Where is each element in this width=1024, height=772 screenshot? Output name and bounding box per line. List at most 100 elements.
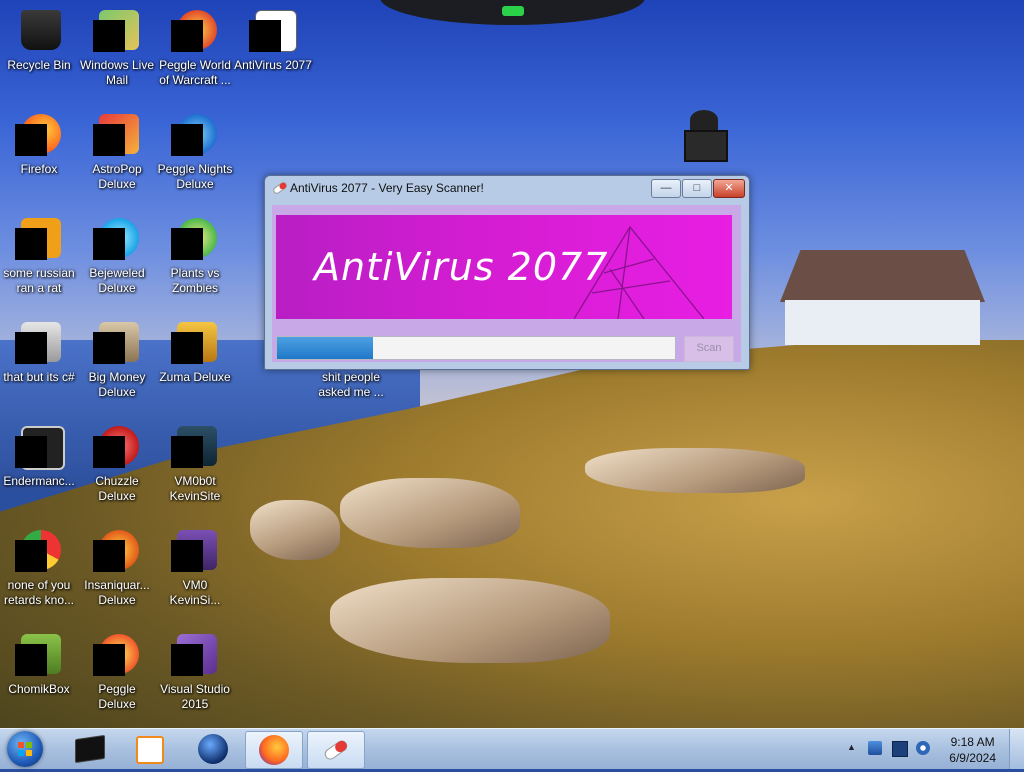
desktop-icon-bejeweled[interactable]: Bejeweled Deluxe	[78, 214, 156, 296]
astropop-icon	[93, 110, 141, 158]
desktop-icon-label: Endermanc...	[3, 474, 75, 488]
desktop-icon-some-russian[interactable]: some russian ran a rat	[0, 214, 78, 296]
taskbar-item-terminal[interactable]	[62, 731, 118, 767]
wallpaper-rock	[340, 478, 520, 548]
minimize-button[interactable]: —	[651, 179, 681, 198]
peggle-nights-icon	[171, 110, 219, 158]
desktop-icon-endermanc[interactable]: Endermanc...	[0, 422, 78, 489]
taskbar: ▲ 9:18 AM 6/9/2024	[0, 728, 1024, 769]
maximize-button[interactable]: □	[682, 179, 712, 198]
msn-icon	[249, 6, 297, 54]
desktop-icon-vm0-kevinsi[interactable]: VM0 KevinSi...	[156, 526, 234, 608]
window-title: AntiVirus 2077 - Very Easy Scanner!	[290, 181, 484, 195]
peggle-icon	[93, 630, 141, 678]
mail-icon	[93, 6, 141, 54]
terminal-icon	[75, 734, 105, 764]
file-icon	[15, 214, 63, 262]
desktop-icon-windows-live-mail[interactable]: Windows Live Mail	[78, 6, 156, 88]
close-button[interactable]: ✕	[713, 179, 745, 198]
app-icon	[15, 422, 65, 470]
desktop-icon-label: shit people asked me ...	[318, 370, 384, 399]
windows-logo-icon	[18, 742, 32, 756]
desktop-icon-vm0b0t[interactable]: VM0b0t KevinSite	[156, 422, 234, 504]
firefox-icon	[15, 110, 63, 158]
peggle-icon	[171, 6, 219, 54]
clock-time: 9:18 AM	[950, 735, 995, 749]
desktop-icon-label: none of you retards kno...	[3, 578, 75, 607]
show-hidden-icons-button[interactable]: ▲	[847, 742, 856, 752]
taskbar-item-firefox[interactable]	[245, 731, 303, 769]
desktop-icon-recycle-bin[interactable]: Recycle Bin	[0, 6, 78, 73]
desktop-icon-antivirus-2077[interactable]: AntiVirus 2077	[234, 6, 312, 73]
wallpaper-house	[780, 250, 985, 345]
show-desktop-button[interactable]	[1009, 729, 1024, 769]
chomikbox-icon	[15, 630, 63, 678]
taskbar-item-antivirus-2077[interactable]	[307, 731, 365, 769]
globe-icon	[198, 734, 228, 764]
desktop-icon-label: Firefox	[20, 162, 58, 176]
desktop-icon-chomikbox[interactable]: ChomikBox	[0, 630, 78, 697]
window-titlebar[interactable]: AntiVirus 2077 - Very Easy Scanner! — □ …	[265, 176, 749, 200]
desktop-icon-visual-studio[interactable]: Visual Studio 2015	[156, 630, 234, 712]
lighthouse-cap	[690, 110, 718, 130]
desktop-icon-label: Chuzzle Deluxe	[95, 474, 139, 503]
desktop-icon-label: Recycle Bin	[7, 58, 71, 72]
tray-clock[interactable]: 9:18 AM 6/9/2024	[949, 734, 996, 766]
desktop-icon-astropop[interactable]: AstroPop Deluxe	[78, 110, 156, 192]
desktop-icon-label: Plants vs Zombies	[170, 266, 220, 295]
network-icon[interactable]	[868, 741, 882, 755]
desktop-icon-label: some russian ran a rat	[3, 266, 75, 295]
wallpaper-rock	[330, 578, 610, 663]
desktop-icon-label: Big Money Deluxe	[88, 370, 146, 399]
recycle-bin-icon	[15, 6, 63, 54]
desktop-icon-label: Peggle Deluxe	[98, 682, 136, 711]
desktop-icon-peggle-deluxe[interactable]: Peggle Deluxe	[78, 630, 156, 712]
desktop-icon-label: Visual Studio 2015	[160, 682, 230, 711]
volume-icon[interactable]	[916, 741, 930, 755]
desktop-icon-label: ChomikBox	[8, 682, 70, 696]
chuzzle-icon	[93, 422, 141, 470]
pyramid-logo-icon	[574, 225, 704, 319]
desktop-icon-label: Bejeweled Deluxe	[89, 266, 145, 295]
desktop-icon-chuzzle[interactable]: Chuzzle Deluxe	[78, 422, 156, 504]
vm-icon	[171, 526, 219, 574]
desktop-icon-label: Zuma Deluxe	[159, 370, 231, 384]
desktop-icon-that-but-its-csharp[interactable]: that but its c#	[0, 318, 78, 385]
taskbar-item-media-player[interactable]	[120, 731, 176, 767]
desktop-icon-label: AstroPop Deluxe	[92, 162, 142, 191]
bejeweled-icon	[93, 214, 141, 262]
plants-vs-zombies-icon	[171, 214, 219, 262]
desktop-icon-label: AntiVirus 2077	[234, 58, 312, 72]
scan-progress-bar	[276, 336, 676, 360]
insaniquarium-icon	[93, 526, 141, 574]
antivirus-window[interactable]: AntiVirus 2077 - Very Easy Scanner! — □ …	[264, 175, 750, 370]
desktop-icon-peggle-nights[interactable]: Peggle Nights Deluxe	[156, 110, 234, 192]
desktop-icon-label: Windows Live Mail	[79, 58, 155, 87]
desktop-icon-label: VM0 KevinSi...	[169, 578, 221, 607]
antivirus-banner: AntiVirus 2077	[276, 215, 732, 319]
desktop-icon-zuma[interactable]: Zuma Deluxe	[156, 318, 234, 385]
media-player-icon	[136, 736, 164, 764]
desktop-icon-firefox[interactable]: Firefox	[0, 110, 78, 177]
chrome-icon	[15, 526, 63, 574]
desktop-icon-label: Peggle Nights Deluxe	[157, 162, 233, 191]
monitor-icon[interactable]	[892, 741, 908, 757]
desktop-icon-big-money[interactable]: Big Money Deluxe	[78, 318, 156, 400]
scan-button[interactable]: Scan	[684, 336, 734, 362]
desktop-icon-none-of-you[interactable]: none of you retards kno...	[0, 526, 78, 608]
taskbar-item-globe[interactable]	[184, 731, 240, 767]
folder-icon	[15, 318, 63, 366]
house-roof	[780, 250, 985, 302]
wallpaper-rock	[250, 500, 340, 560]
desktop-icon-label: VM0b0t KevinSite	[169, 474, 221, 503]
banner-title: AntiVirus 2077	[314, 245, 609, 289]
desktop-icon-label: Peggle World of Warcraft ...	[159, 58, 231, 87]
desktop-icon-insaniquarium[interactable]: Insaniquar... Deluxe	[78, 526, 156, 608]
pill-icon	[324, 740, 348, 760]
desktop-icon-peggle-wow[interactable]: Peggle World of Warcraft ...	[156, 6, 234, 88]
clock-date: 6/9/2024	[949, 751, 996, 765]
desktop-icon-plants-vs-zombies[interactable]: Plants vs Zombies	[156, 214, 234, 296]
scan-progress-fill	[277, 337, 373, 359]
firefox-icon	[259, 735, 289, 765]
start-button[interactable]	[7, 731, 43, 767]
